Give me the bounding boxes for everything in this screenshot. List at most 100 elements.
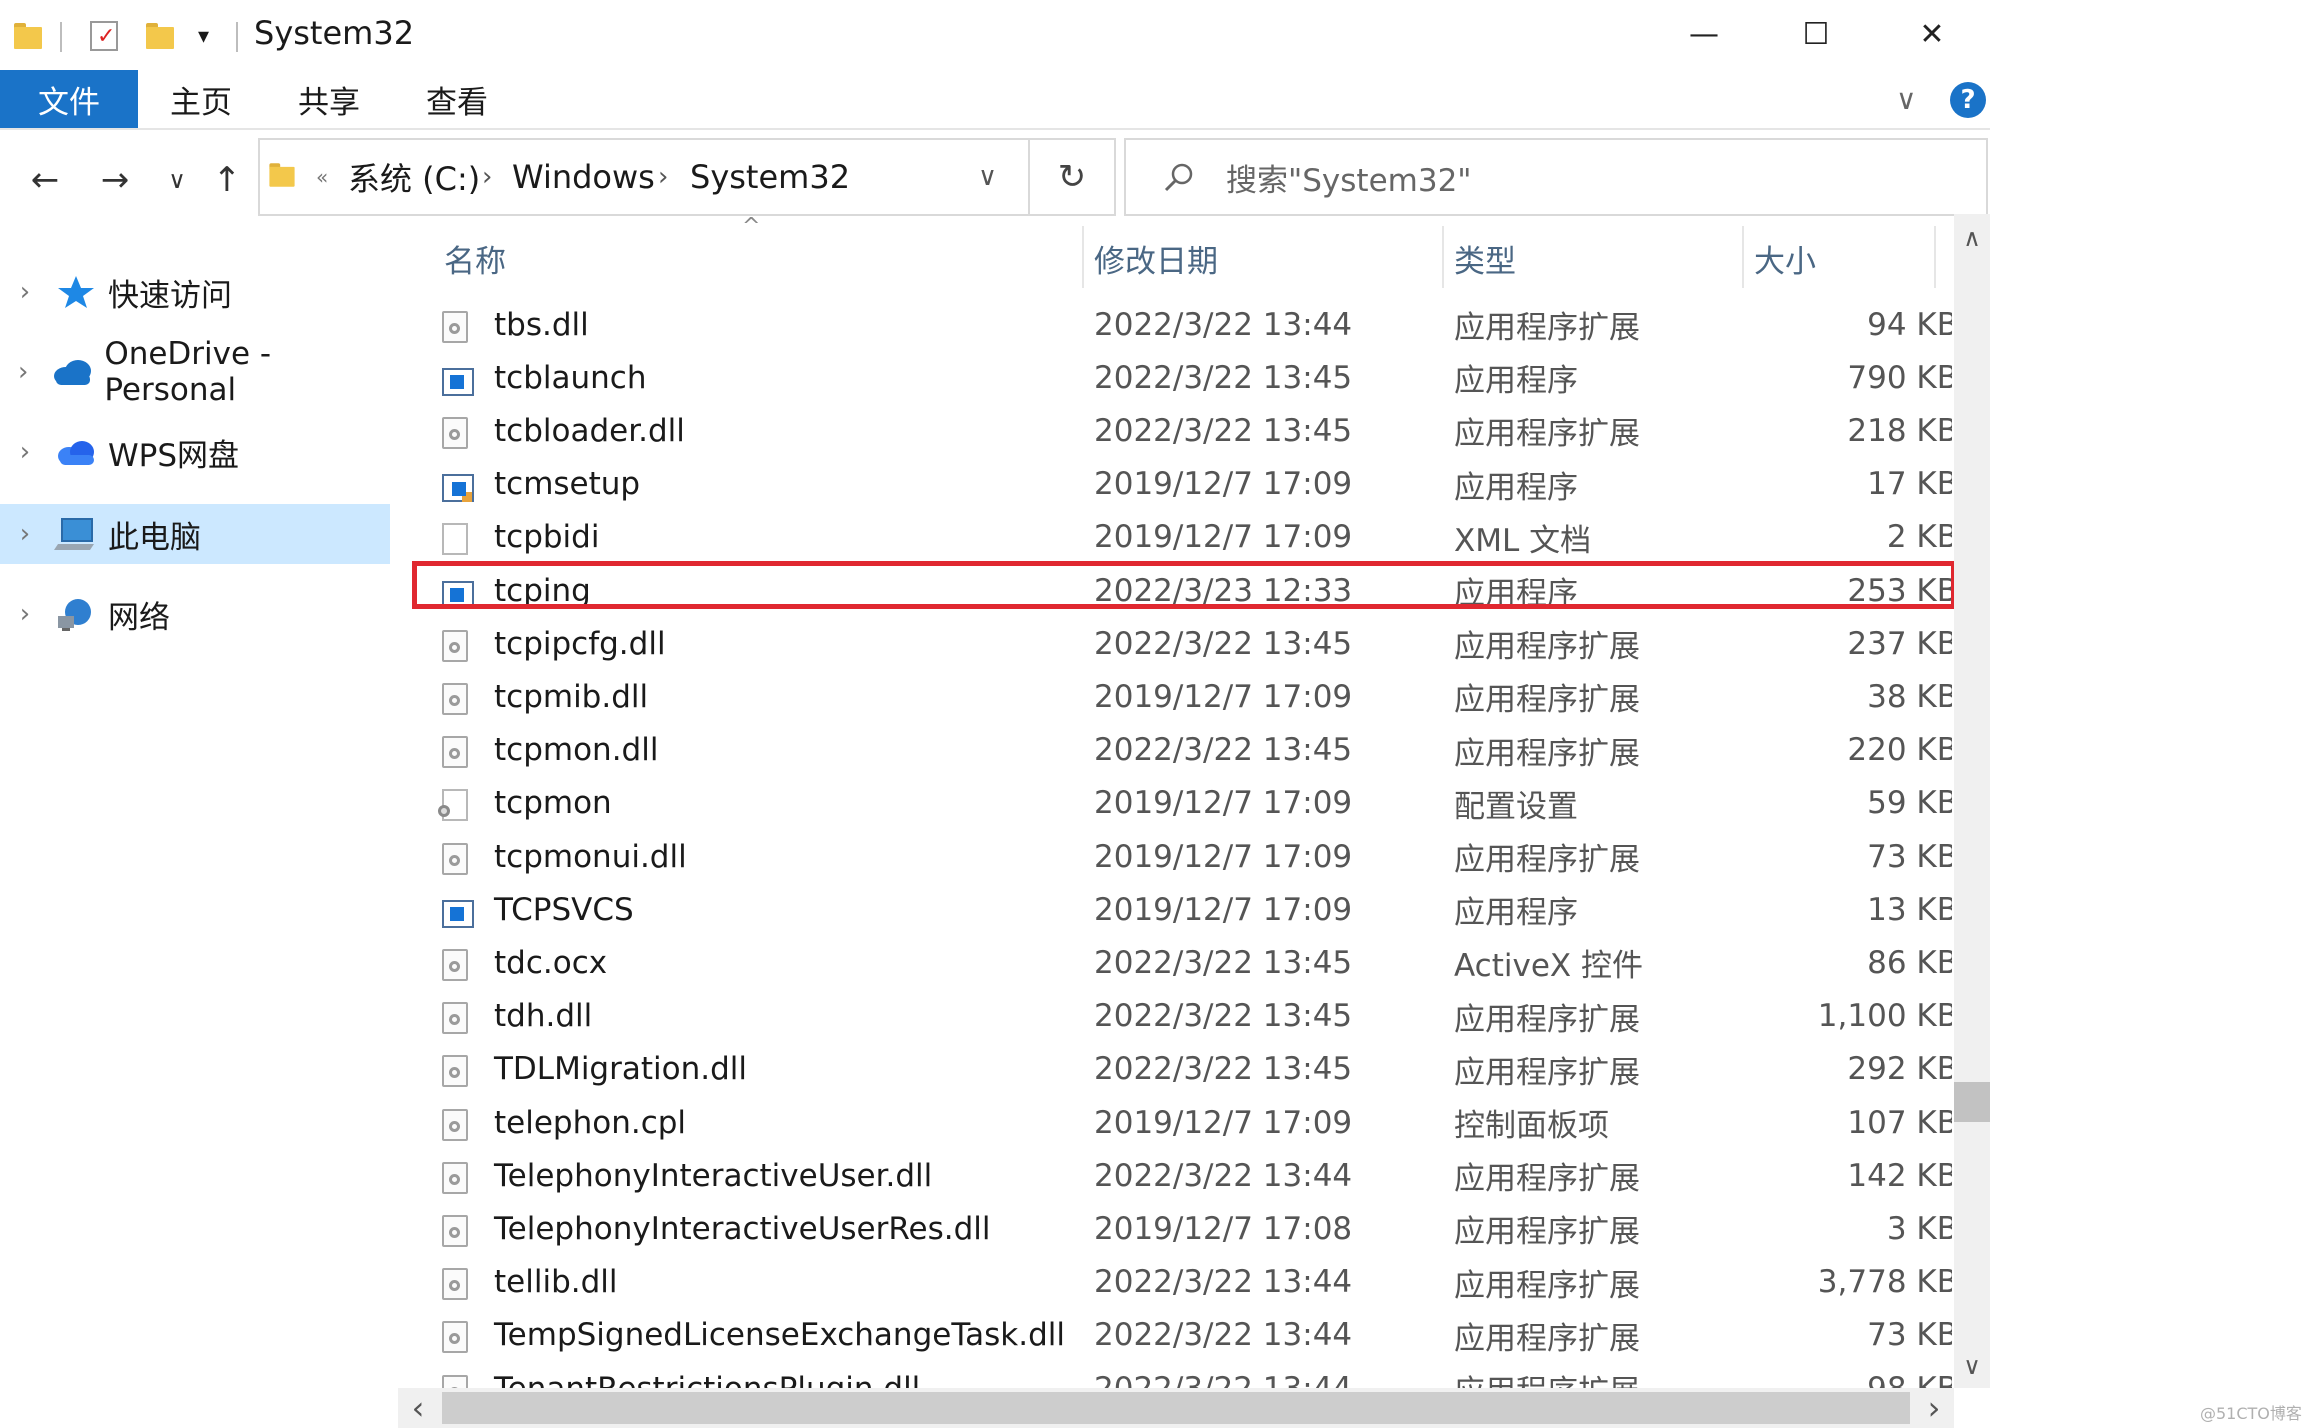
dll-file-icon bbox=[442, 298, 474, 351]
quick-access-dropdown-icon[interactable]: ▾ bbox=[198, 14, 209, 58]
breadcrumb-windows[interactable]: Windows bbox=[512, 140, 655, 214]
file-name: tcpbidi bbox=[494, 519, 600, 556]
file-row[interactable]: tcpbidi 2019/12/7 17:09 XML 文档 2 KB bbox=[398, 511, 1952, 564]
file-date: 2022/3/22 13:45 bbox=[1094, 625, 1353, 662]
refresh-button[interactable]: ↻ bbox=[1030, 138, 1116, 216]
breadcrumb-drive[interactable]: 系统 (C:) bbox=[348, 140, 480, 214]
file-row[interactable]: TelephonyInteractiveUser.dll 2022/3/22 13… bbox=[398, 1149, 1952, 1202]
column-header-date[interactable]: 修改日期 bbox=[1094, 230, 1434, 286]
column-header-type[interactable]: 类型 bbox=[1454, 230, 1694, 286]
file-size: 98 KB bbox=[1714, 1362, 1952, 1389]
horizontal-scroll-thumb[interactable] bbox=[442, 1392, 1910, 1424]
file-row[interactable]: tcbloader.dll 2022/3/22 13:45 应用程序扩展 218 KB bbox=[398, 404, 1952, 457]
file-size: 107 KB bbox=[1847, 1104, 1952, 1141]
file-row[interactable]: TDLMigration.dll 2022/3/22 13:45 应用程序扩展 292… bbox=[398, 1043, 1952, 1096]
file-row[interactable]: TCPSVCS 2019/12/7 17:09 应用程序 13 KB bbox=[398, 883, 1952, 936]
file-name: tcpmon.dll bbox=[494, 732, 659, 769]
dll-file-icon bbox=[442, 1149, 474, 1202]
file-row[interactable]: tcpmonui.dll 2019/12/7 17:09 应用程序扩展 73 KB bbox=[398, 830, 1952, 883]
file-row[interactable]: tcpipcfg.dll 2022/3/22 13:45 应用程序扩展 237 KB bbox=[398, 617, 1952, 670]
file-type: 应用程序扩展 bbox=[1454, 310, 1640, 346]
file-row[interactable]: tcpmib.dll 2019/12/7 17:09 应用程序扩展 38 KB bbox=[398, 670, 1952, 723]
column-divider[interactable] bbox=[1934, 226, 1936, 288]
maximize-button[interactable]: ☐ bbox=[1760, 0, 1872, 68]
new-folder-icon[interactable] bbox=[146, 14, 174, 58]
back-button[interactable]: ← bbox=[20, 150, 70, 210]
title-bar: ✓ ▾ System32 — ☐ ✕ bbox=[0, 0, 1990, 72]
expand-chevron-icon[interactable]: › bbox=[0, 437, 50, 467]
file-size: 3,778 KB bbox=[1817, 1264, 1952, 1301]
ribbon-collapse-icon[interactable]: ∨ bbox=[1896, 70, 1917, 128]
sidebar-item-wps[interactable]: › WPS网盘 bbox=[0, 422, 390, 482]
file-name: tdh.dll bbox=[494, 998, 593, 1035]
scroll-up-button[interactable]: ∧ bbox=[1954, 220, 1990, 256]
close-button[interactable]: ✕ bbox=[1876, 0, 1988, 68]
quick-access-folder-icon[interactable] bbox=[14, 14, 42, 58]
recent-locations-button[interactable]: ∨ bbox=[152, 150, 202, 210]
vertical-scrollbar[interactable]: ∧ ∨ bbox=[1954, 214, 1990, 1388]
cloud-icon bbox=[50, 354, 94, 390]
search-icon bbox=[1160, 158, 1200, 198]
tab-home[interactable]: 主页 bbox=[170, 70, 232, 128]
breadcrumb-system32[interactable]: System32 bbox=[690, 140, 850, 214]
breadcrumb-separator[interactable]: › bbox=[658, 140, 668, 214]
file-size: 86 KB bbox=[1867, 944, 1952, 981]
forward-button[interactable]: → bbox=[90, 150, 140, 210]
file-date: 2022/3/22 13:44 bbox=[1094, 1157, 1353, 1194]
column-header-name[interactable]: 名称 bbox=[444, 230, 1034, 286]
address-dropdown-icon[interactable]: ∨ bbox=[978, 140, 997, 214]
file-row[interactable]: tdc.ocx 2022/3/22 13:45 ActiveX 控件 86 KB bbox=[398, 936, 1952, 989]
column-divider[interactable] bbox=[1742, 226, 1744, 288]
file-row[interactable]: TenantRestrictionsPlugin.dll 2022/3/22 13… bbox=[398, 1362, 1952, 1388]
tab-share[interactable]: 共享 bbox=[298, 70, 360, 128]
expand-chevron-icon[interactable]: › bbox=[0, 357, 46, 387]
scroll-left-button[interactable]: ‹ bbox=[398, 1389, 438, 1427]
file-row[interactable]: tdh.dll 2022/3/22 13:45 应用程序扩展 1,100 KB bbox=[398, 990, 1952, 1043]
expand-chevron-icon[interactable]: › bbox=[0, 599, 50, 629]
sidebar-item-label: 此电脑 bbox=[108, 519, 201, 556]
file-name: TelephonyInteractiveUser.dll bbox=[494, 1157, 933, 1194]
vertical-scroll-thumb[interactable] bbox=[1954, 1082, 1990, 1122]
properties-check-icon[interactable]: ✓ bbox=[90, 14, 118, 58]
column-divider[interactable] bbox=[1082, 226, 1084, 288]
file-row[interactable]: tcpmon.dll 2022/3/22 13:45 应用程序扩展 220 KB bbox=[398, 724, 1952, 777]
file-row[interactable]: tcpmon 2019/12/7 17:09 配置设置 59 KB bbox=[398, 777, 1952, 830]
file-row[interactable]: tbs.dll 2022/3/22 13:44 应用程序扩展 94 KB bbox=[398, 298, 1952, 351]
expand-chevron-icon[interactable]: › bbox=[0, 277, 50, 307]
minimize-button[interactable]: — bbox=[1648, 0, 1760, 68]
file-date: 2019/12/7 17:09 bbox=[1094, 838, 1353, 875]
file-row[interactable]: tcmsetup 2019/12/7 17:09 应用程序 17 KB bbox=[398, 458, 1952, 511]
scroll-right-button[interactable]: › bbox=[1914, 1389, 1954, 1427]
scroll-down-button[interactable]: ∨ bbox=[1954, 1348, 1990, 1384]
file-name: tcpmonui.dll bbox=[494, 838, 687, 875]
file-row[interactable]: tellib.dll 2022/3/22 13:44 应用程序扩展 3,778 KB bbox=[398, 1256, 1952, 1309]
tab-view[interactable]: 查看 bbox=[426, 70, 488, 128]
dll-file-icon bbox=[442, 830, 474, 883]
file-tab[interactable]: 文件 bbox=[0, 70, 138, 128]
file-row[interactable]: tcblaunch 2022/3/22 13:45 应用程序 790 KB bbox=[398, 351, 1952, 404]
ribbon-divider bbox=[0, 128, 1990, 130]
search-box[interactable]: 搜索"System32" bbox=[1124, 138, 1988, 216]
breadcrumb-separator[interactable]: › bbox=[482, 140, 492, 214]
help-button[interactable]: ? bbox=[1950, 82, 1986, 118]
sidebar-item-this-pc[interactable]: › 此电脑 bbox=[0, 504, 390, 564]
sidebar-item-quick-access[interactable]: › 快速访问 bbox=[0, 262, 390, 322]
address-bar[interactable]: « 系统 (C:) › Windows › System32 ∨ bbox=[258, 138, 1030, 216]
file-row[interactable]: telephon.cpl 2019/12/7 17:09 控制面板项 107 KB bbox=[398, 1096, 1952, 1149]
sidebar-item-label: 快速访问 bbox=[108, 277, 232, 314]
file-size: 73 KB bbox=[1867, 838, 1952, 875]
breadcrumb-overflow[interactable]: « bbox=[316, 140, 328, 214]
search-input[interactable]: 搜索"System32" bbox=[1226, 140, 1472, 214]
file-row[interactable]: TempSignedLicenseExchangeTask.dll 2022/3/… bbox=[398, 1309, 1952, 1362]
column-divider[interactable] bbox=[1442, 226, 1444, 288]
sidebar-item-onedrive[interactable]: › OneDrive - Personal bbox=[0, 336, 390, 408]
expand-chevron-icon[interactable]: › bbox=[0, 519, 50, 549]
sidebar-item-network[interactable]: › 网络 bbox=[0, 584, 390, 644]
up-button[interactable]: ↑ bbox=[202, 150, 252, 210]
file-row[interactable]: TelephonyInteractiveUserRes.dll 2019/12/7… bbox=[398, 1202, 1952, 1255]
sidebar-item-label: WPS网盘 bbox=[108, 437, 240, 474]
dll-file-icon bbox=[442, 670, 474, 723]
file-date: 2019/12/7 17:09 bbox=[1094, 678, 1353, 715]
file-size: 3 KB bbox=[1886, 1210, 1952, 1247]
column-header-size[interactable]: 大小 bbox=[1754, 230, 1934, 286]
